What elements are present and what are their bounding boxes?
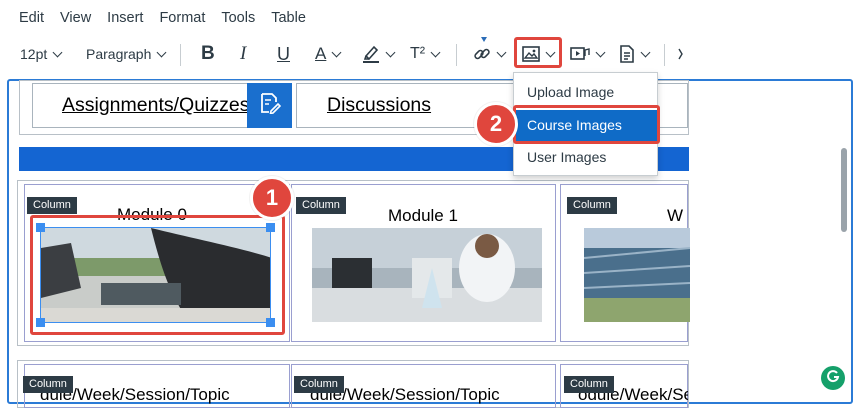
resize-handle[interactable] [36, 318, 45, 327]
image-button-highlight [514, 37, 562, 68]
module-0-image[interactable] [40, 227, 271, 323]
user-images-option[interactable]: User Images [514, 142, 659, 173]
editor-scrollbar[interactable] [836, 80, 850, 403]
bold-icon: B [201, 43, 215, 64]
document-button[interactable] [619, 36, 651, 72]
resize-handle[interactable] [266, 318, 275, 327]
block-format-value: Paragraph [86, 46, 152, 62]
column-badge: Column [27, 197, 77, 214]
menu-table[interactable]: Table [271, 10, 306, 26]
menu-bar: Edit View Insert Format Tools Table [0, 0, 862, 36]
row2-title-1: dule/Week/Session/Topic [40, 385, 230, 404]
menu-insert[interactable]: Insert [107, 10, 143, 26]
block-format-select[interactable]: Paragraph [86, 36, 167, 72]
resize-handle[interactable] [266, 223, 275, 232]
column-badge: Column [294, 376, 344, 393]
upload-image-option[interactable]: Upload Image [514, 77, 659, 108]
toolbar-divider [664, 44, 665, 66]
module-1-title: Module 1 [388, 206, 458, 225]
more-tools-button[interactable] [677, 36, 685, 72]
menu-tools[interactable]: Tools [221, 10, 255, 26]
media-button[interactable] [570, 36, 606, 72]
chevron-down-icon [52, 47, 63, 57]
chevron-down-icon [331, 47, 342, 57]
highlight-color-button[interactable] [362, 36, 396, 72]
grammarly-icon [826, 369, 840, 388]
equation-icon [677, 45, 685, 63]
column-badge: Column [23, 376, 73, 393]
row2-title-2: dule/Week/Session/Topic [310, 385, 500, 404]
module-1-photo [312, 228, 542, 322]
assignments-edit-button[interactable] [247, 83, 292, 128]
column-badge: Column [564, 376, 614, 393]
chevron-down-icon [496, 47, 507, 57]
module-2-image[interactable] [584, 228, 690, 322]
edit-document-icon [259, 92, 281, 119]
step-2-callout: 2 [474, 102, 518, 146]
step-1-callout: 1 [250, 176, 294, 220]
menu-edit[interactable]: Edit [19, 10, 44, 26]
superscript-icon: T² [410, 45, 426, 62]
text-color-button[interactable]: A [315, 36, 342, 72]
highlighter-icon [362, 44, 380, 64]
media-icon [570, 46, 590, 62]
chevron-down-icon [595, 47, 606, 57]
text-color-icon: A [315, 44, 327, 63]
editor-scrollbar-thumb[interactable] [841, 148, 847, 232]
chevron-down-icon [156, 47, 167, 57]
grammarly-button[interactable] [821, 366, 845, 390]
document-icon [619, 45, 635, 63]
font-size-select[interactable]: 12pt [20, 36, 63, 72]
module-0-photo [41, 228, 270, 322]
module-2-photo [584, 228, 690, 322]
column-badge: Column [567, 197, 617, 214]
toolbar-divider [456, 44, 457, 66]
menu-format[interactable]: Format [159, 10, 205, 26]
column-badge: Column [296, 197, 346, 214]
italic-button[interactable]: I [240, 36, 246, 72]
resize-handle[interactable] [36, 223, 45, 232]
assignments-link[interactable]: Assignments/Quizzes [62, 94, 250, 117]
menu-view[interactable]: View [60, 10, 91, 26]
chevron-down-icon [385, 47, 396, 57]
course-images-highlight [513, 105, 660, 144]
editor-toolbar: 12pt Paragraph B I U A T² [0, 36, 862, 76]
discussions-link[interactable]: Discussions [327, 94, 431, 117]
module-1-image[interactable] [312, 228, 542, 322]
underline-icon: U [277, 43, 290, 64]
link-icon [473, 45, 491, 63]
module-2-title: W [667, 206, 684, 225]
chevron-down-icon [640, 47, 651, 57]
bold-button[interactable]: B [201, 36, 215, 72]
chevron-down-icon [430, 47, 441, 57]
link-indicator-icon [481, 37, 487, 42]
toolbar-divider [180, 44, 181, 66]
underline-button[interactable]: U [277, 36, 290, 72]
font-size-value: 12pt [20, 46, 48, 62]
italic-icon: I [240, 43, 247, 64]
superscript-button[interactable]: T² [410, 36, 441, 72]
link-button[interactable] [473, 36, 507, 72]
